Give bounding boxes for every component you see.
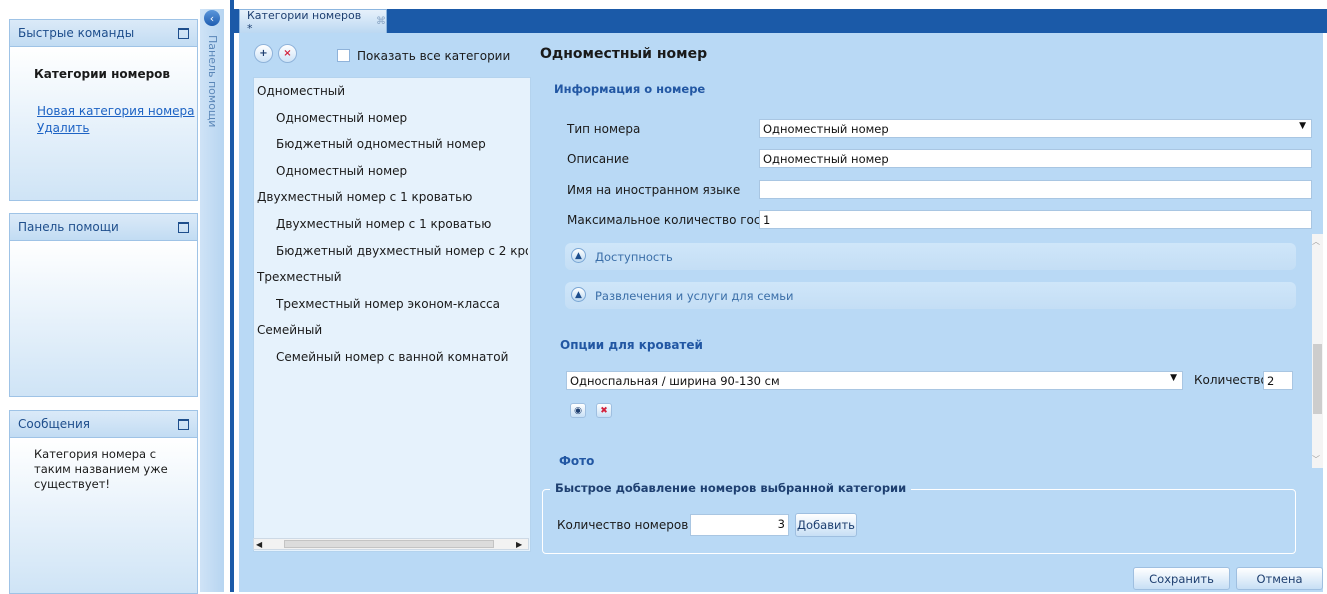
category-group[interactable]: Трехместный: [257, 270, 342, 284]
chevron-down-icon[interactable]: ▼: [1299, 121, 1306, 131]
tab-close-icon[interactable]: ⌘: [376, 16, 386, 27]
category-item[interactable]: Двухместный номер с 1 кроватью: [276, 217, 491, 231]
save-button[interactable]: Сохранить: [1133, 567, 1230, 590]
category-item[interactable]: Одноместный номер: [276, 164, 407, 178]
bed-heading: Опции для кроватей: [560, 338, 703, 352]
quick-commands-panel: Быстрые команды Категории номеров Новая …: [9, 19, 198, 201]
help-panel-title: Панель помощи: [18, 220, 119, 234]
collapse-left-icon[interactable]: ‹: [204, 10, 220, 26]
entertainment-label: Развлечения и услуги для семьи: [595, 288, 794, 303]
scroll-up-icon[interactable]: ︿: [1312, 236, 1320, 247]
room-type-label: Тип номера: [567, 122, 641, 136]
horizontal-scrollbar[interactable]: ◀ ▶: [253, 538, 529, 550]
delete-link[interactable]: Удалить: [37, 121, 90, 135]
restore-icon[interactable]: [178, 418, 189, 430]
room-type-select[interactable]: Одноместный номер ▼: [759, 119, 1312, 138]
bed-qty-label: Количество: [1194, 373, 1268, 387]
tab-room-categories[interactable]: Категории номеров * ⌘: [239, 8, 387, 35]
add-bed-button[interactable]: ◉: [570, 403, 586, 418]
max-guests-field[interactable]: 1: [759, 210, 1312, 229]
quick-add-legend: Быстрое добавление номеров выбранной кат…: [550, 481, 912, 495]
scroll-down-icon[interactable]: ﹀: [1312, 454, 1320, 465]
entertainment-section[interactable]: ▲ Развлечения и услуги для семьи: [565, 282, 1296, 309]
category-item[interactable]: Семейный номер с ванной комнатой: [276, 350, 508, 364]
bed-qty-field[interactable]: 2: [1263, 371, 1293, 390]
category-item[interactable]: Одноместный номер: [276, 111, 407, 125]
help-strip-label: Панель помощи: [206, 35, 219, 128]
scroll-right-icon[interactable]: ▶: [516, 540, 522, 549]
restore-icon[interactable]: [178, 221, 189, 233]
help-strip[interactable]: ‹ Панель помощи: [200, 9, 224, 592]
cancel-button[interactable]: Отмена: [1236, 567, 1323, 590]
category-item[interactable]: Трехместный номер эконом-класса: [276, 297, 500, 311]
bed-select-value: Односпальная / ширина 90-130 см: [570, 374, 780, 388]
vertical-scroll-thumb[interactable]: [1313, 344, 1322, 414]
room-count-label: Количество номеров: [557, 518, 689, 532]
splitter[interactable]: [230, 0, 234, 592]
category-item[interactable]: Бюджетный двухместный номер с 2 кроватям…: [276, 244, 528, 258]
room-type-value: Одноместный номер: [763, 122, 889, 136]
detail-title: Одноместный номер: [540, 46, 708, 62]
quick-commands-title: Быстрые команды: [18, 26, 135, 40]
show-all-label: Показать все категории: [357, 49, 511, 63]
vertical-scrollbar[interactable]: ︿ ﹀: [1312, 234, 1323, 468]
new-category-link[interactable]: Новая категория номера: [37, 104, 195, 118]
room-count-field[interactable]: 3: [690, 514, 789, 536]
message-text: Категория номера с таким названием уже с…: [34, 447, 168, 491]
bed-select[interactable]: Односпальная / ширина 90-130 см ▼: [566, 371, 1183, 390]
info-heading: Информация о номере: [554, 82, 706, 96]
chevron-up-icon[interactable]: ▲: [571, 287, 586, 302]
availability-label: Доступность: [595, 249, 673, 264]
availability-section[interactable]: ▲ Доступность: [565, 243, 1296, 270]
messages-panel: Сообщения Категория номера с таким назва…: [9, 410, 198, 594]
max-guests-label: Максимальное количество гостей: [567, 213, 783, 227]
foreign-name-field[interactable]: [759, 180, 1312, 199]
category-item[interactable]: Бюджетный одноместный номер: [276, 137, 486, 151]
category-group[interactable]: Одноместный: [257, 84, 345, 98]
add-rooms-button[interactable]: Добавить: [795, 513, 857, 537]
tab-label: Категории номеров *: [247, 8, 362, 35]
category-group[interactable]: Семейный: [257, 323, 322, 337]
chevron-up-icon[interactable]: ▲: [571, 248, 586, 263]
quick-section-title: Категории номеров: [34, 67, 171, 81]
remove-category-button[interactable]: ×: [278, 44, 297, 63]
description-label: Описание: [567, 152, 630, 166]
add-category-button[interactable]: +: [254, 44, 273, 63]
scroll-left-icon[interactable]: ◀: [256, 540, 262, 549]
category-group[interactable]: Двухместный номер с 1 кроватью: [257, 190, 472, 204]
messages-title: Сообщения: [18, 417, 91, 431]
restore-icon[interactable]: [178, 27, 189, 39]
foreign-name-label: Имя на иностранном языке: [567, 183, 741, 197]
scroll-thumb[interactable]: [284, 540, 494, 548]
show-all-checkbox[interactable]: [337, 49, 350, 62]
tab-bar: [234, 9, 1327, 33]
description-field[interactable]: Одноместный номер: [759, 149, 1312, 168]
help-panel: Панель помощи: [9, 213, 198, 397]
remove-bed-button[interactable]: ✖: [596, 403, 612, 418]
chevron-down-icon[interactable]: ▼: [1170, 373, 1177, 383]
photo-heading: Фото: [559, 454, 595, 468]
